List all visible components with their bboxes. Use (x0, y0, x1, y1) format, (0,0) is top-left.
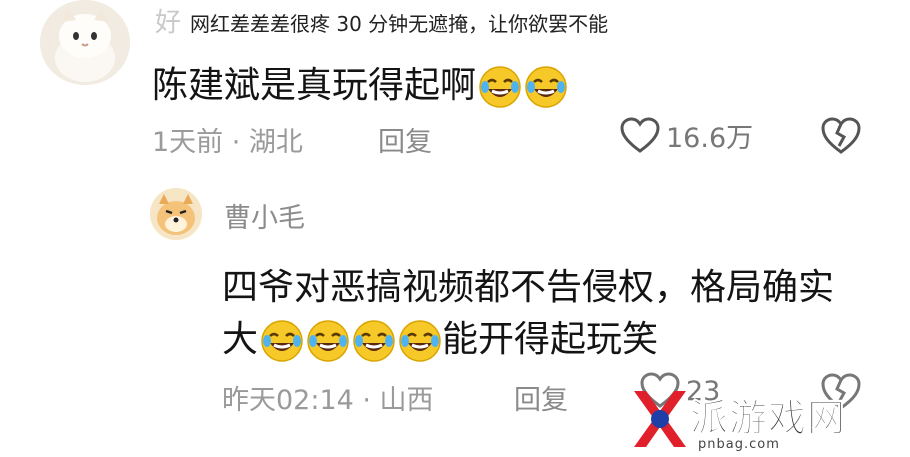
avatar[interactable] (40, 0, 130, 85)
laughing-crying-emoji-icon (307, 320, 349, 362)
comment-text-body: 陈建斌是真玩得起啊 (152, 65, 477, 106)
reply-author[interactable]: 曹小毛 (224, 196, 305, 235)
laughing-crying-emoji-icon (399, 320, 441, 362)
reply-avatar[interactable] (150, 188, 202, 240)
like-button[interactable]: 16.6万 (620, 116, 753, 155)
reply-reply-button[interactable]: 回复 (514, 378, 568, 417)
comment-time: 1天前 · 湖北 (152, 127, 303, 158)
watermark: 派游戏网 pnbag.com (630, 385, 905, 453)
reply-text-prefix: 大 (222, 319, 259, 360)
laughing-crying-emoji-icon (479, 66, 521, 108)
reply-text-line2: 大 能开得起玩笑 (222, 310, 658, 363)
laughing-crying-emoji-icon (261, 320, 303, 362)
broken-heart-icon[interactable] (820, 116, 862, 156)
reply-time: 昨天02:14 · 山西 (222, 385, 434, 416)
watermark-text: 派游戏网 (689, 396, 847, 441)
comment-text: 陈建斌是真玩得起啊 (152, 56, 568, 109)
laughing-crying-emoji-icon (353, 320, 395, 362)
reply-button[interactable]: 回复 (378, 120, 432, 159)
comment-author[interactable]: 好 (155, 2, 183, 39)
reply-text-suffix: 能开得起玩笑 (442, 319, 659, 360)
laughing-crying-emoji-icon (525, 66, 567, 108)
watermark-url: pnbag.com (698, 437, 780, 452)
overlay-title: 网红差差差很疼 30 分钟无遮掩，让你欲罢不能 (190, 12, 609, 36)
brand-logo-icon (634, 391, 686, 447)
heart-icon (620, 116, 660, 153)
like-count: 16.6万 (666, 123, 754, 154)
reply-text-line1: 四爷对恶搞视频都不告侵权，格局确实 (222, 267, 835, 308)
